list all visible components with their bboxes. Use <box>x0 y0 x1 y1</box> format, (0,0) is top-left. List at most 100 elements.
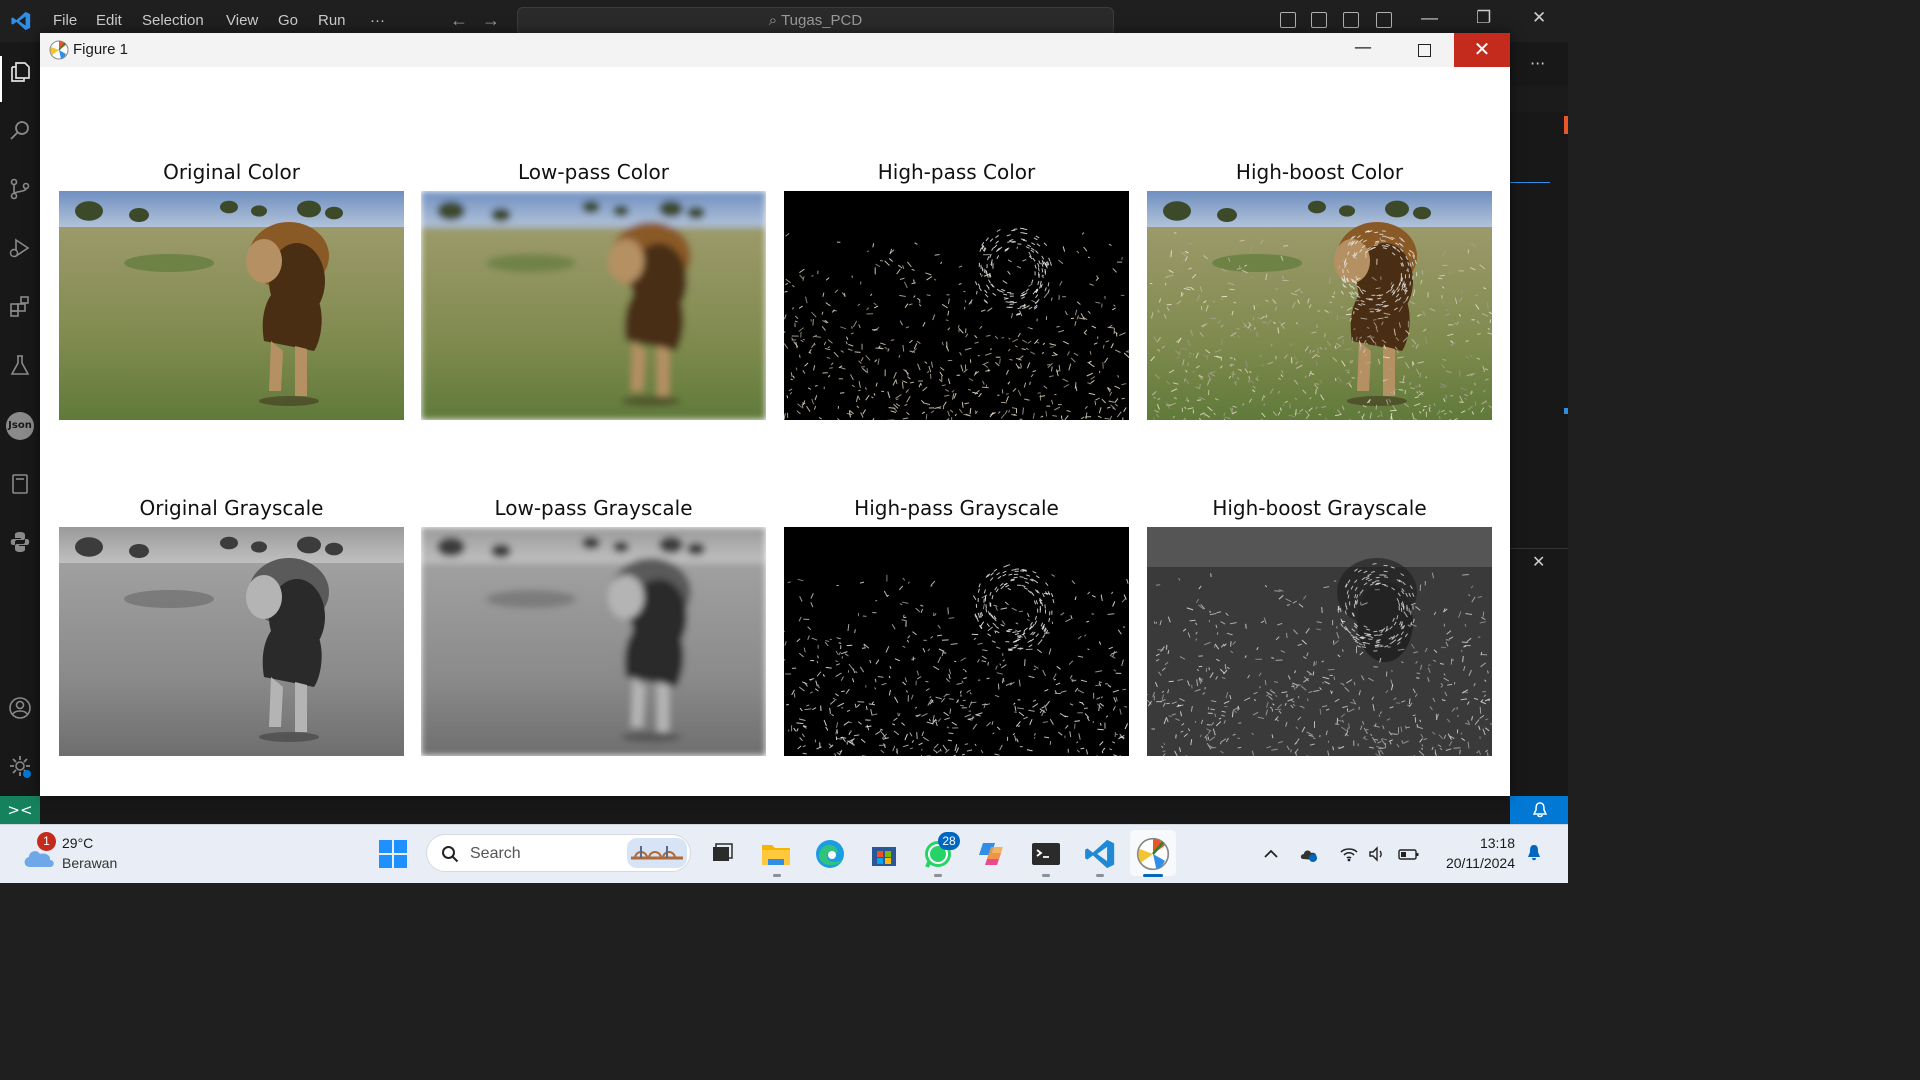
customize-layout-icon[interactable] <box>1376 12 1392 28</box>
explorer-icon[interactable] <box>8 60 32 84</box>
remote-indicator[interactable]: >< <box>0 796 40 824</box>
subplot-image <box>784 191 1129 420</box>
active-indicator <box>1143 874 1163 877</box>
microsoft-store-icon[interactable] <box>867 837 901 871</box>
search-icon[interactable] <box>8 118 32 142</box>
notifications-button[interactable] <box>1510 796 1568 824</box>
close-icon: ✕ <box>1473 37 1491 61</box>
file-explorer-icon[interactable] <box>759 837 793 871</box>
weather-notification-badge: 1 <box>37 832 56 851</box>
subplot-image <box>421 191 766 420</box>
matplotlib-icon <box>49 40 69 60</box>
subplot-title: Low-pass Grayscale <box>494 496 693 520</box>
search-placeholder: Search <box>470 845 521 862</box>
menu-run[interactable]: Run <box>318 12 346 29</box>
subplot-image <box>59 527 404 756</box>
subplot-image <box>421 527 766 756</box>
vscode-editor-edge: ··· ✕ <box>1510 42 1568 796</box>
terminal-icon[interactable] <box>1029 837 1063 871</box>
testing-icon[interactable] <box>8 353 32 377</box>
running-indicator <box>934 874 942 877</box>
panel-close-icon[interactable]: ✕ <box>1532 552 1545 571</box>
menu-more[interactable]: ··· <box>370 12 385 29</box>
nav-forward-icon[interactable]: → <box>482 10 500 31</box>
remote-indicator-label: >< <box>7 801 33 819</box>
search-highlight-bridge-icon <box>627 838 687 868</box>
maximize-icon <box>1418 44 1431 57</box>
edge-browser-icon[interactable] <box>813 837 847 871</box>
show-hidden-icons-icon[interactable] <box>1262 845 1280 863</box>
subplot-title: High-boost Grayscale <box>1212 496 1427 520</box>
more-actions-icon[interactable]: ··· <box>1530 54 1545 73</box>
figure-close-button[interactable]: ✕ <box>1454 33 1510 67</box>
subplot-title: Low-pass Color <box>518 160 669 184</box>
taskbar-search[interactable]: Search <box>426 834 691 872</box>
run-debug-icon[interactable] <box>8 236 32 260</box>
menu-selection[interactable]: Selection <box>142 12 204 29</box>
subplot-image <box>784 527 1129 756</box>
json-icon[interactable]: Json <box>6 412 34 440</box>
minimize-icon: — <box>1354 37 1372 58</box>
figure-titlebar[interactable]: Figure 1 — ✕ <box>40 33 1510 67</box>
account-icon[interactable] <box>8 696 32 720</box>
menu-view[interactable]: View <box>226 12 258 29</box>
running-indicator <box>1096 874 1104 877</box>
figure-minimize-button[interactable]: — <box>1335 33 1391 67</box>
scroll-marker-blue <box>1564 408 1568 414</box>
notebook-icon[interactable] <box>8 472 32 496</box>
menu-go[interactable]: Go <box>278 12 298 29</box>
toggle-secondary-sidebar-icon[interactable] <box>1343 12 1359 28</box>
subplot-image <box>1147 191 1492 420</box>
subplot-title: Original Grayscale <box>139 496 324 520</box>
activity-bar: Json <box>0 42 40 796</box>
vscode-close-icon[interactable]: ✕ <box>1532 8 1546 28</box>
panel-border <box>1510 548 1568 549</box>
subplot-title: High-pass Grayscale <box>854 496 1059 520</box>
search-icon: ⌕ <box>768 12 782 29</box>
source-control-icon[interactable] <box>8 177 32 201</box>
extensions-icon[interactable] <box>8 294 32 318</box>
vscode-minimize-icon[interactable]: — <box>1421 8 1438 28</box>
settings-icon[interactable] <box>8 754 32 778</box>
task-view-icon[interactable] <box>705 837 739 871</box>
subplot-title: High-boost Color <box>1235 160 1404 184</box>
python-icon[interactable] <box>8 530 32 554</box>
vscode-logo-icon <box>11 11 31 31</box>
json-icon-label: Json <box>8 420 32 431</box>
search-icon <box>442 846 459 863</box>
minimap-line <box>1510 182 1550 183</box>
toggle-primary-sidebar-icon[interactable] <box>1280 12 1296 28</box>
menu-file[interactable]: File <box>53 12 77 29</box>
figure-canvas[interactable]: Original Color Low-pass Color High-pass Co… <box>40 67 1510 796</box>
subplot-image <box>59 191 404 420</box>
matplotlib-taskbar-icon[interactable] <box>1136 837 1170 871</box>
figure-window: Figure 1 — ✕ Original Color Low-pass Colo… <box>40 33 1510 796</box>
workspace-name: Tugas_PCD <box>781 12 863 29</box>
subplot-title: Original Color <box>163 160 300 184</box>
vscode-restore-icon[interactable]: ❐ <box>1476 8 1491 28</box>
tab-strip <box>1510 86 1568 112</box>
windows-start-icon[interactable] <box>378 839 408 869</box>
volume-icon[interactable] <box>1368 845 1386 863</box>
copilot-icon[interactable] <box>975 837 1009 871</box>
toggle-panel-icon[interactable] <box>1311 12 1327 28</box>
command-center-search[interactable]: ⌕ Tugas_PCD <box>517 7 1114 35</box>
clock-date[interactable]: 20/11/2024 <box>1430 855 1515 871</box>
notification-bell-icon[interactable] <box>1525 844 1543 862</box>
whatsapp-unread-badge: 28 <box>938 832 960 850</box>
onedrive-icon[interactable] <box>1300 845 1318 863</box>
figure-maximize-button[interactable] <box>1396 33 1452 67</box>
nav-back-icon[interactable]: ← <box>450 10 468 31</box>
bell-icon <box>1533 802 1547 818</box>
scroll-marker <box>1564 116 1568 134</box>
weather-description[interactable]: Berawan <box>62 855 117 871</box>
weather-temperature[interactable]: 29°C <box>62 835 93 851</box>
wifi-icon[interactable] <box>1340 845 1358 863</box>
clock-time[interactable]: 13:18 <box>1440 835 1515 851</box>
battery-icon[interactable] <box>1398 845 1420 863</box>
windows-taskbar: 1 29°C Berawan Search 28 13:18 20/11/202… <box>0 824 1568 883</box>
vscode-taskbar-icon[interactable] <box>1083 837 1117 871</box>
subplot-image <box>1147 527 1492 756</box>
menu-edit[interactable]: Edit <box>96 12 122 29</box>
running-indicator <box>1042 874 1050 877</box>
